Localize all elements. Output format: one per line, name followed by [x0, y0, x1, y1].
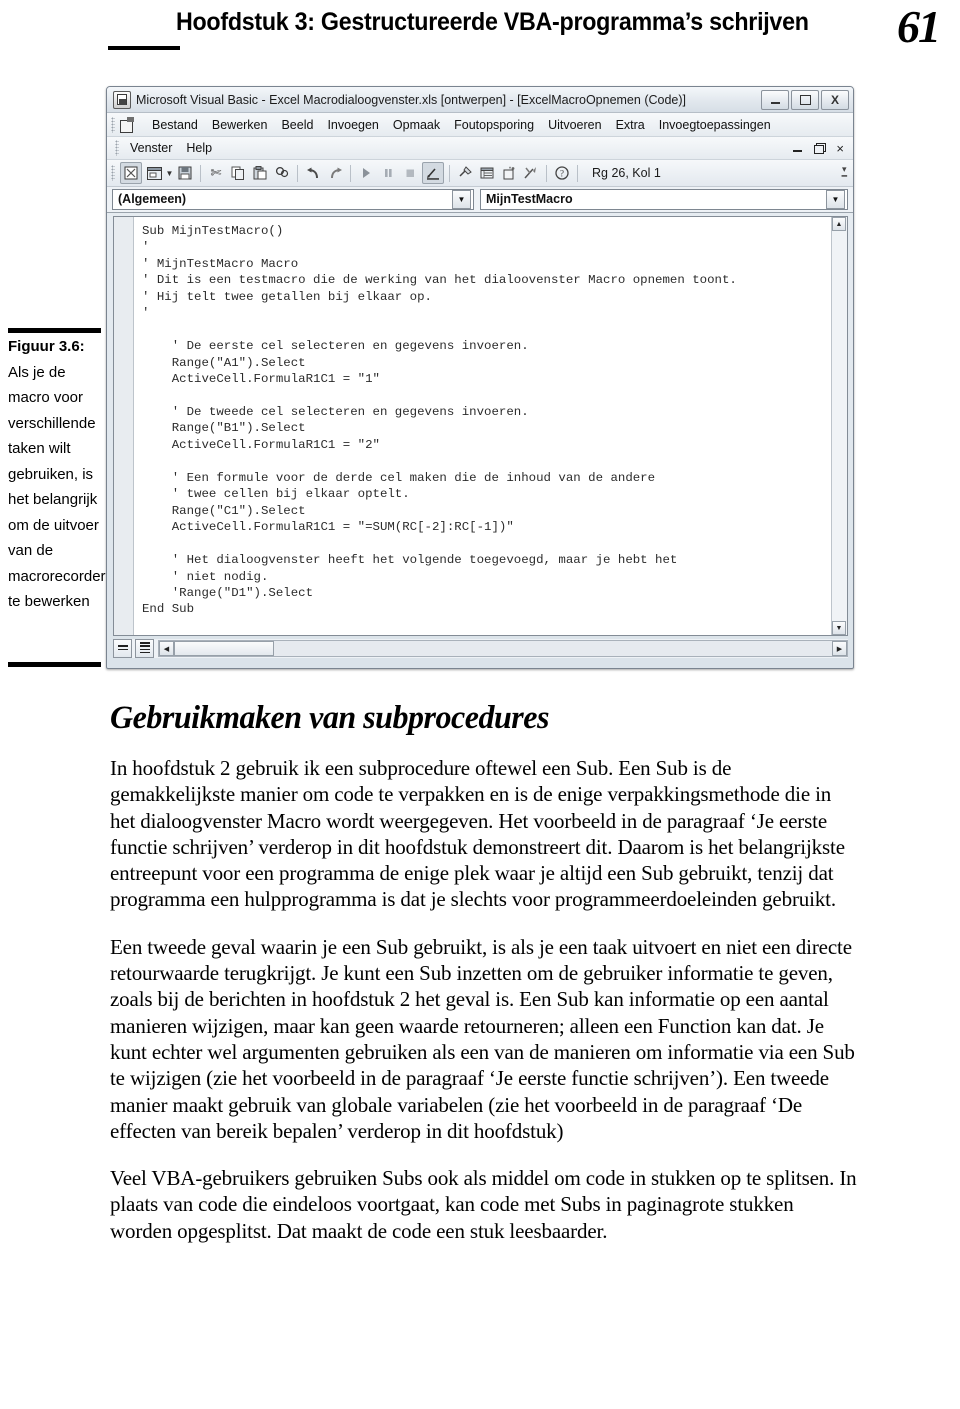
procedure-dropdown-chevron-down-icon[interactable]: ▼: [826, 189, 845, 209]
procedure-dropdown-value: MijnTestMacro: [486, 192, 573, 206]
menu-item-beeld[interactable]: Beeld: [274, 116, 320, 134]
header-rule: [108, 46, 180, 50]
figure-caption-rule-bottom: [8, 662, 101, 667]
horizontal-scroll-thumb[interactable]: [174, 641, 274, 656]
window-controls: X: [761, 89, 849, 110]
vba-app-icon: [113, 90, 131, 109]
toolbar-grip-handle[interactable]: [111, 165, 115, 181]
procedure-view-button[interactable]: [113, 639, 132, 658]
menu-item-bewerken[interactable]: Bewerken: [205, 116, 275, 134]
mdi-close-icon[interactable]: ×: [836, 141, 844, 156]
menu-item-invoegen[interactable]: Invoegen: [320, 116, 385, 134]
menu-grip-handle[interactable]: [111, 116, 115, 133]
toolbar-separator-5: [546, 164, 547, 182]
vba-editor-window: Microsoft Visual Basic - Excel Macrodial…: [106, 86, 854, 669]
menu-item-bestand[interactable]: Bestand: [145, 116, 205, 134]
object-dropdown-chevron-down-icon[interactable]: ▼: [452, 189, 471, 209]
vba-window-title: Microsoft Visual Basic - Excel Macrodial…: [136, 92, 686, 107]
view-excel-icon[interactable]: [120, 162, 142, 184]
page-content: Gebruikmaken van subprocedures In hoofds…: [110, 700, 858, 1244]
menu-item-invoegtoepassingen[interactable]: Invoegtoepassingen: [652, 116, 778, 134]
vba-menu-bar-row1: Bestand Bewerken Beeld Invoegen Opmaak F…: [107, 113, 853, 137]
code-vertical-scrollbar[interactable]: ▲ ▼: [831, 217, 847, 635]
object-browser-icon[interactable]: [499, 163, 519, 183]
body-paragraph-2: Een tweede geval waarin je een Sub gebru…: [110, 934, 855, 1143]
scroll-right-arrow-icon[interactable]: ▶: [832, 641, 847, 656]
vba-menu-bar-row2: Venster Help ×: [107, 137, 853, 160]
vba-toolbar: ▼ ✄ ? Rg 26, Kol 1 ▾ ━: [107, 160, 853, 187]
object-dropdown[interactable]: (Algemeen) ▼: [112, 188, 474, 210]
code-horizontal-scrollbar[interactable]: ◀ ▶: [158, 640, 848, 657]
full-module-view-button[interactable]: [135, 639, 154, 658]
mdi-minimize-icon[interactable]: [793, 143, 803, 154]
toolbar-separator-4: [449, 164, 450, 182]
help-icon[interactable]: ?: [552, 163, 572, 183]
procedure-view-icon: [117, 645, 128, 651]
full-module-view-icon: [139, 642, 150, 655]
code-margin-indicator-bar[interactable]: [114, 217, 134, 635]
stop-icon[interactable]: [400, 163, 420, 183]
scroll-left-arrow-icon[interactable]: ◀: [159, 641, 174, 656]
save-icon[interactable]: [175, 163, 195, 183]
close-button[interactable]: X: [821, 89, 849, 110]
page-header: Hoofdstuk 3: Gestructureerde VBA-program…: [0, 0, 960, 68]
mdi-restore-icon[interactable]: [814, 143, 827, 154]
vba-bottom-bar: ◀ ▶: [113, 639, 848, 658]
vba-code-editor[interactable]: Sub MijnTestMacro() ' ' MijnTestMacro Ma…: [113, 216, 848, 636]
body-paragraph-3: Veel VBA-gebruikers gebruiken Subs ook a…: [110, 1166, 857, 1243]
toolbar-separator-2: [297, 164, 298, 182]
figure-label: Figuur 3.6:: [8, 338, 85, 355]
menu-grip-handle-2[interactable]: [115, 140, 119, 156]
run-icon[interactable]: [356, 163, 376, 183]
code-text[interactable]: Sub MijnTestMacro() ' ' MijnTestMacro Ma…: [134, 217, 831, 635]
object-dropdown-value: (Algemeen): [118, 192, 187, 206]
redo-icon[interactable]: [325, 163, 345, 183]
figure-caption: Figuur 3.6: Als je de macro voor verschi…: [8, 334, 106, 615]
paste-icon[interactable]: [250, 163, 270, 183]
vba-document-icon: [119, 116, 137, 133]
project-explorer-icon[interactable]: [455, 163, 475, 183]
pause-icon[interactable]: [378, 163, 398, 183]
vba-code-selector-bar: (Algemeen) ▼ MijnTestMacro ▼: [107, 187, 853, 213]
menu-item-extra[interactable]: Extra: [609, 116, 652, 134]
procedure-dropdown[interactable]: MijnTestMacro ▼: [480, 188, 848, 210]
body-paragraph-1: In hoofdstuk 2 gebruik ik een subprocedu…: [110, 756, 845, 912]
cursor-position-status: Rg 26, Kol 1: [592, 166, 661, 180]
menu-item-venster[interactable]: Venster: [123, 139, 179, 157]
figure-caption-text: Als je de macro voor verschillende taken…: [8, 363, 106, 611]
copy-icon[interactable]: [228, 163, 248, 183]
menu-item-uitvoeren[interactable]: Uitvoeren: [541, 116, 609, 134]
maximize-button[interactable]: [791, 89, 819, 110]
menu-item-help[interactable]: Help: [179, 139, 219, 157]
page-number: 61: [897, 1, 941, 52]
cut-icon[interactable]: ✄: [206, 163, 226, 183]
svg-text:?: ?: [560, 168, 564, 178]
find-icon[interactable]: [272, 163, 292, 183]
toolbox-icon[interactable]: [521, 163, 541, 183]
mdi-window-controls: ×: [793, 141, 853, 156]
minimize-button[interactable]: [761, 89, 789, 110]
design-mode-icon[interactable]: [422, 162, 444, 184]
scroll-up-arrow-icon[interactable]: ▲: [832, 217, 846, 231]
chevron-down-icon[interactable]: ▼: [165, 169, 174, 178]
toolbar-separator-3: [350, 164, 351, 182]
undo-icon[interactable]: [303, 163, 323, 183]
section-heading: Gebruikmaken van subprocedures: [110, 700, 549, 736]
toolbar-separator-1: [200, 164, 201, 182]
scroll-down-arrow-icon[interactable]: ▼: [832, 621, 846, 635]
properties-window-icon[interactable]: [477, 163, 497, 183]
userform-icon[interactable]: [144, 163, 164, 183]
page-title: Hoofdstuk 3: Gestructureerde VBA-program…: [176, 8, 809, 36]
vba-title-bar: Microsoft Visual Basic - Excel Macrodial…: [107, 87, 853, 113]
toolbar-overflow-icon[interactable]: ▾ ━: [842, 165, 847, 181]
figure-caption-rule-top: [8, 328, 101, 333]
menu-item-foutopsporing[interactable]: Foutopsporing: [447, 116, 541, 134]
toolbar-separator-6: [577, 164, 578, 182]
menu-item-opmaak[interactable]: Opmaak: [386, 116, 447, 134]
